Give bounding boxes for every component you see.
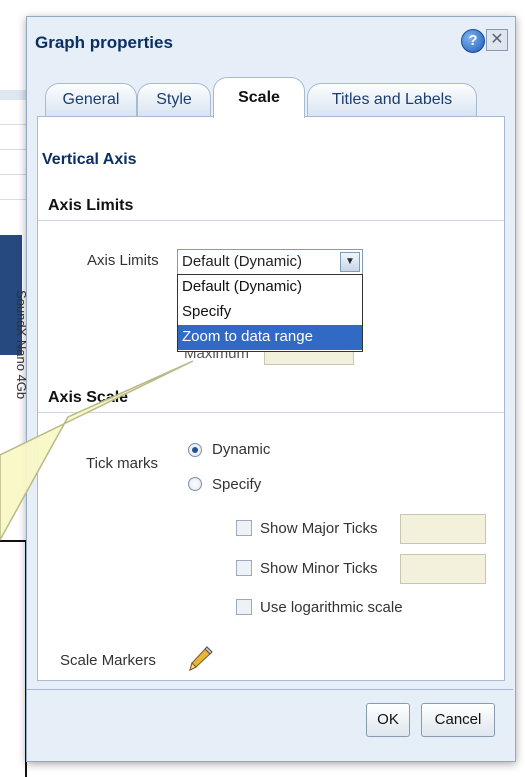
tab-scale[interactable]: Scale	[213, 77, 305, 118]
axis-limits-dropdown-list: Default (Dynamic) Specify Zoom to data r…	[177, 274, 363, 352]
option-zoom-to-data-range[interactable]: Zoom to data range	[178, 325, 362, 350]
option-default-dynamic[interactable]: Default (Dynamic)	[178, 275, 362, 300]
option-specify[interactable]: Specify	[178, 300, 362, 325]
